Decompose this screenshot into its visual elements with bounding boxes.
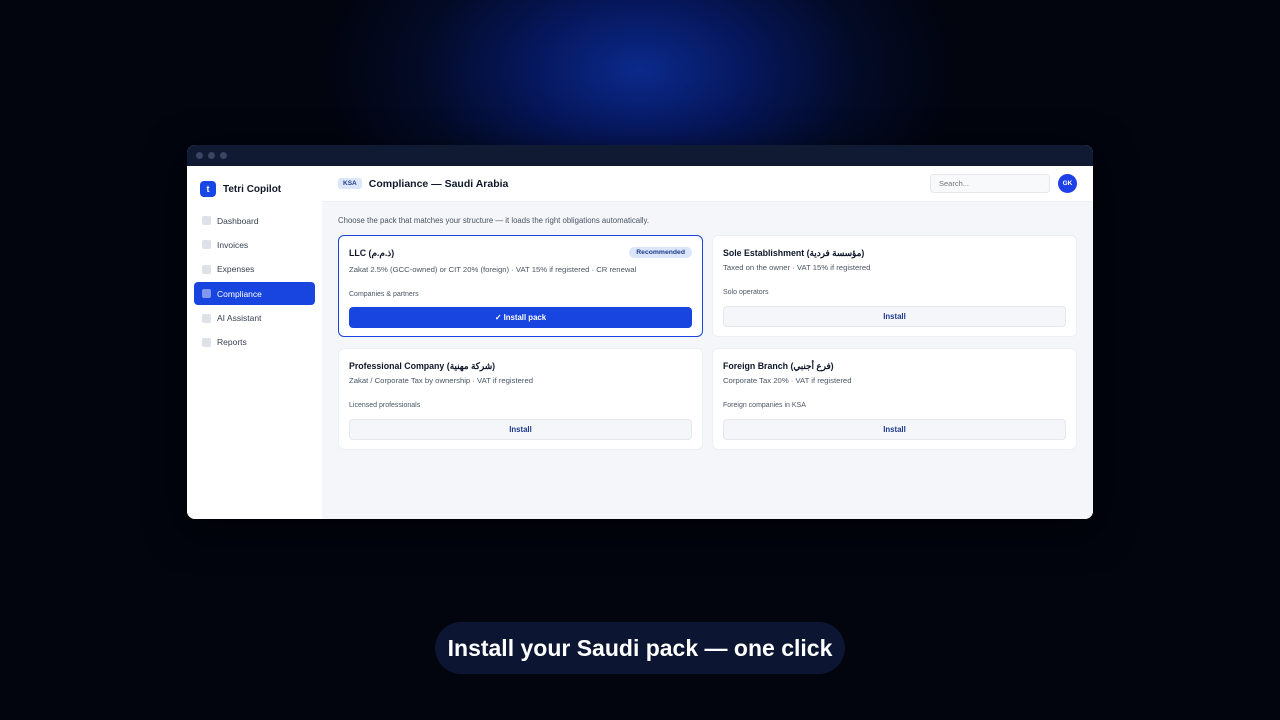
app-window: t Tetri Copilot Dashboard Invoices Expen… xyxy=(187,145,1093,519)
sidebar-item-label: AI Assistant xyxy=(217,313,262,324)
recommended-badge: Recommended xyxy=(629,247,692,258)
page-title: Compliance — Saudi Arabia xyxy=(368,177,509,190)
compliance-icon xyxy=(202,289,211,299)
pack-audience: Foreign companies in KSA xyxy=(723,402,806,409)
sidebar-item-ai-assistant[interactable]: AI Assistant xyxy=(194,307,315,330)
avatar[interactable]: GK xyxy=(1058,174,1077,193)
window-minimize-dot[interactable] xyxy=(208,152,215,159)
install-pack-button[interactable]: ✓ Install pack xyxy=(349,307,692,328)
install-button[interactable]: Install xyxy=(723,306,1066,327)
sidebar-item-compliance[interactable]: Compliance xyxy=(194,282,315,306)
reports-icon xyxy=(202,337,211,347)
sidebar: t Tetri Copilot Dashboard Invoices Expen… xyxy=(187,166,322,519)
sidebar-item-reports[interactable]: Reports xyxy=(194,331,315,354)
pack-title: LLC (ذ.م.م) xyxy=(349,248,395,258)
pack-card-professional-company[interactable]: Professional Company (شركة مهنية) Zakat … xyxy=(338,348,703,450)
pack-audience: Licensed professionals xyxy=(349,402,421,409)
brand-logo-icon: t xyxy=(200,181,216,197)
sidebar-item-label: Reports xyxy=(217,337,247,348)
expenses-icon xyxy=(202,264,211,274)
pack-title: Sole Establishment (مؤسسة فردية) xyxy=(723,248,865,258)
install-button[interactable]: Install xyxy=(349,419,692,440)
pack-title: Professional Company (شركة مهنية) xyxy=(349,361,496,371)
sidebar-item-dashboard[interactable]: Dashboard xyxy=(194,209,315,232)
brand[interactable]: t Tetri Copilot xyxy=(187,181,322,197)
caption-banner: Install your Saudi pack — one click xyxy=(435,622,845,674)
pack-audience: Companies & partners xyxy=(349,291,419,298)
ai-assistant-icon xyxy=(202,313,211,323)
sidebar-item-label: Compliance xyxy=(217,288,262,299)
sidebar-item-label: Dashboard xyxy=(217,215,259,226)
sidebar-item-invoices[interactable]: Invoices xyxy=(194,233,315,256)
pack-description: Zakat 2.5% (GCC-owned) or CIT 20% (forei… xyxy=(349,265,637,274)
pack-audience: Solo operators xyxy=(723,289,769,296)
dashboard-icon xyxy=(202,216,211,225)
search-input[interactable] xyxy=(930,174,1050,193)
country-badge: KSA xyxy=(338,178,362,189)
pack-description: Taxed on the owner · VAT 15% if register… xyxy=(723,263,871,272)
pack-card-llc[interactable]: LLC (ذ.م.م) Recommended Zakat 2.5% (GCC-… xyxy=(338,235,703,337)
pack-description: Corporate Tax 20% · VAT if registered xyxy=(723,376,852,385)
window-maximize-dot[interactable] xyxy=(220,152,227,159)
window-close-dot[interactable] xyxy=(196,152,203,159)
sidebar-item-label: Invoices xyxy=(217,239,249,250)
invoices-icon xyxy=(202,240,211,250)
sidebar-item-label: Expenses xyxy=(217,264,255,275)
brand-name: Tetri Copilot xyxy=(223,183,282,195)
pack-card-foreign-branch[interactable]: Foreign Branch (فرع أجنبي) Corporate Tax… xyxy=(712,348,1077,450)
main-content: KSA Compliance — Saudi Arabia GK Choose … xyxy=(322,166,1093,519)
top-bar: KSA Compliance — Saudi Arabia GK xyxy=(322,166,1093,202)
install-button[interactable]: Install xyxy=(723,419,1066,440)
pack-title: Foreign Branch (فرع أجنبي) xyxy=(723,361,834,371)
window-titlebar xyxy=(187,145,1093,166)
sidebar-item-expenses[interactable]: Expenses xyxy=(194,258,315,281)
pack-card-sole-establishment[interactable]: Sole Establishment (مؤسسة فردية) Taxed o… xyxy=(712,235,1077,337)
page-subtitle: Choose the pack that matches your struct… xyxy=(338,216,650,225)
pack-description: Zakat / Corporate Tax by ownership · VAT… xyxy=(349,376,534,385)
